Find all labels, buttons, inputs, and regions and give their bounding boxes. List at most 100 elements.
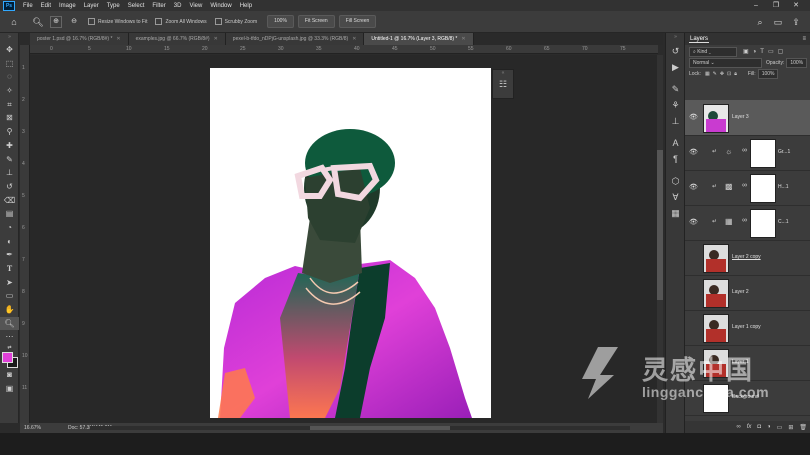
quick-mask-icon[interactable]: ◙: [0, 368, 19, 382]
eraser-icon[interactable]: ⌫: [0, 194, 19, 208]
zoom-out-icon[interactable]: ⊖: [68, 16, 80, 28]
brush-settings-icon[interactable]: ✎: [666, 81, 685, 97]
opacity-input[interactable]: 100%: [786, 57, 808, 68]
close-icon[interactable]: ✕: [214, 36, 218, 42]
layer-name[interactable]: Gr...1: [778, 149, 790, 155]
type-tool-icon[interactable]: T: [0, 262, 19, 276]
layer-row-layer-2[interactable]: Layer 2: [685, 275, 810, 311]
workspace-icon[interactable]: ▭: [772, 16, 784, 28]
layer-row-layer-2-copy[interactable]: Layer 2 copy: [685, 240, 810, 276]
pen-tool-icon[interactable]: ✒: [0, 248, 19, 262]
color-swatches[interactable]: [0, 352, 19, 369]
tab-examples[interactable]: examples.jpg @ 66.7% (RGB/8#) ✕: [128, 33, 226, 45]
path-select-icon[interactable]: ➤: [0, 276, 19, 290]
brushes-icon[interactable]: ⚘: [666, 97, 685, 113]
foreground-color-swatch[interactable]: [2, 352, 13, 364]
layer-row-gradient-map[interactable]: 👁︎ ↵ ☼ ∞ Gr...1: [685, 135, 810, 171]
share-icon[interactable]: ⇪: [790, 16, 802, 28]
close-icon[interactable]: ✕: [352, 36, 356, 42]
stamp-tool-icon[interactable]: ⊥: [0, 166, 19, 180]
timeline-icon[interactable]: ▦: [666, 205, 685, 221]
clone-source-icon[interactable]: ⊥: [666, 113, 685, 129]
eye-icon[interactable]: 👁︎: [689, 183, 698, 191]
more-tools-icon[interactable]: ⋯: [0, 330, 19, 344]
menu-type[interactable]: Type: [103, 3, 124, 9]
panel-menu-icon[interactable]: ≡: [802, 36, 806, 42]
dodge-tool-icon[interactable]: ◐: [0, 235, 19, 249]
menu-edit[interactable]: Edit: [37, 3, 55, 9]
layers-tab[interactable]: Layers: [689, 36, 710, 43]
menu-layer[interactable]: Layer: [80, 3, 103, 9]
new-layer-icon[interactable]: ⊞: [788, 424, 793, 431]
shape-tool-icon[interactable]: ▭: [0, 289, 19, 303]
crop-tool-icon[interactable]: ⌗: [0, 98, 19, 112]
screen-mode-icon[interactable]: ▣: [0, 382, 19, 396]
zoom-in-icon[interactable]: ⊕: [50, 15, 62, 28]
document-canvas[interactable]: [210, 68, 491, 418]
eyedropper-icon[interactable]: ⚲: [0, 125, 19, 139]
menu-file[interactable]: File: [19, 3, 37, 9]
gradient-tool-icon[interactable]: ▤: [0, 207, 19, 221]
eye-icon[interactable]: 👁︎: [689, 148, 698, 156]
menu-image[interactable]: Image: [55, 3, 80, 9]
eye-icon[interactable]: 👁︎: [689, 218, 698, 226]
filter-icons[interactable]: ▣◑T▭▢: [743, 48, 787, 55]
kind-filter-select[interactable]: ⌕ Kind ⌄: [689, 46, 737, 57]
menu-window[interactable]: Window: [206, 3, 235, 9]
layer-name[interactable]: Layer 2: [732, 289, 749, 295]
menu-select[interactable]: Select: [124, 3, 149, 9]
scrollbar-thumb[interactable]: [310, 426, 450, 430]
scrubby-zoom-checkbox[interactable]: Scrubby Zoom: [214, 18, 257, 25]
folder-icon[interactable]: ▭: [777, 424, 783, 431]
lock-icons[interactable]: ▦✎✥⊡🔒︎: [705, 71, 740, 77]
menu-filter[interactable]: Filter: [148, 3, 169, 9]
brush-tool-icon[interactable]: ✎: [0, 153, 19, 167]
layer-name[interactable]: Layer 3: [732, 114, 749, 120]
close-icon[interactable]: ✕: [461, 36, 465, 42]
magic-wand-icon[interactable]: ✧: [0, 84, 19, 98]
adjustment-icon[interactable]: ◑: [767, 424, 771, 430]
zoom-100-button[interactable]: 100%: [267, 15, 294, 28]
minimize-button[interactable]: –: [746, 0, 766, 11]
marquee-tool-icon[interactable]: ⬚: [0, 57, 19, 71]
scrollbar-thumb[interactable]: [657, 150, 663, 300]
horizontal-scrollbar[interactable]: [90, 426, 630, 430]
layer-row-hue[interactable]: 👁︎ ↵ ▩ ∞ H...1: [685, 170, 810, 206]
close-icon[interactable]: ✕: [116, 36, 120, 42]
glyphs-icon[interactable]: Ɐ: [666, 189, 685, 205]
actions-icon[interactable]: ▶: [666, 59, 685, 75]
zoom-tool-icon[interactable]: 🔍︎: [0, 316, 19, 331]
home-icon[interactable]: ⌂: [8, 16, 20, 28]
zoom-readout[interactable]: 16.67%: [24, 425, 68, 431]
hand-tool-icon[interactable]: ✋: [0, 303, 19, 317]
properties-icon[interactable]: ☷: [493, 77, 513, 91]
layer-row-layer-3[interactable]: 👁︎ Layer 3: [685, 100, 810, 136]
swap-colors-icon[interactable]: ⇄: [0, 344, 19, 352]
fill-input[interactable]: 100%: [757, 68, 779, 79]
healing-brush-icon[interactable]: ✚: [0, 139, 19, 153]
toolbar-grip[interactable]: »: [0, 33, 19, 43]
zoom-tool-icon[interactable]: 🔍︎: [32, 16, 44, 28]
panel-grip-icon[interactable]: «: [493, 70, 513, 77]
blend-mode-select[interactable]: Normal ⌄: [689, 57, 762, 68]
fx-icon[interactable]: fx: [747, 424, 752, 430]
canvas-area[interactable]: « ☷: [30, 55, 657, 423]
blur-tool-icon[interactable]: ◔: [0, 221, 19, 235]
layer-name[interactable]: Layer 2 copy: [732, 254, 761, 260]
zoom-all-checkbox[interactable]: Zoom All Windows: [155, 18, 207, 25]
restore-button[interactable]: ❐: [766, 0, 786, 11]
menu-view[interactable]: View: [185, 3, 206, 9]
link-icon[interactable]: ∞: [736, 424, 740, 430]
search-icon[interactable]: ⌕: [754, 16, 766, 28]
3d-icon[interactable]: ⬡: [666, 173, 685, 189]
menu-help[interactable]: Help: [236, 3, 256, 9]
fit-screen-button[interactable]: Fit Screen: [297, 15, 335, 28]
layer-name[interactable]: C...1: [778, 219, 789, 225]
resize-windows-checkbox[interactable]: Resize Windows to Fit: [88, 18, 147, 25]
lasso-tool-icon[interactable]: ◌: [0, 70, 19, 84]
paragraph-icon[interactable]: ¶: [666, 151, 685, 167]
history-icon[interactable]: ↺: [666, 43, 685, 59]
mask-icon[interactable]: ◘: [757, 424, 761, 430]
tab-poster[interactable]: poster 1.psd @ 16.7% (RGB/8#) * ✕: [30, 33, 129, 45]
tab-untitled[interactable]: Untitled-1 @ 16.7% (Layer 3, RGB/8) * ✕: [364, 33, 474, 45]
